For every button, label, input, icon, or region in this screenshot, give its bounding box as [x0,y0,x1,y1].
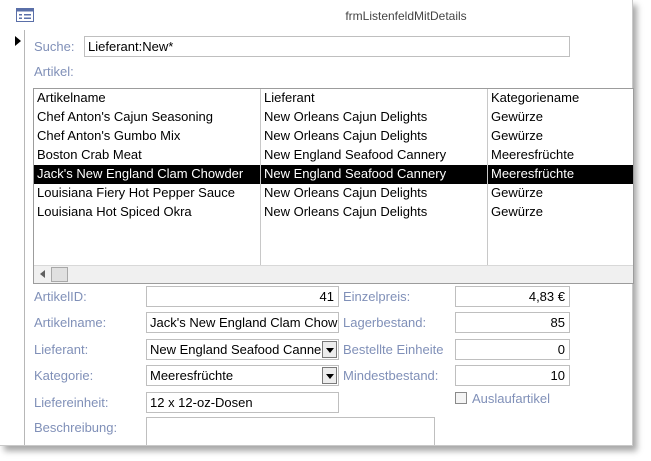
list-cell-kategorie: Meeresfrüchte [491,166,575,181]
kategorie-dropdown-button[interactable] [322,367,337,384]
list-cell-lieferant: New England Seafood Cannery [264,147,447,162]
list-cell-artikelname: Boston Crab Meat [37,147,142,162]
list-cell-kategorie: Gewürze [491,128,544,143]
lieferant-dropdown-button[interactable] [322,341,337,358]
list-item[interactable]: Chef Anton's Cajun Seasoning New Orleans… [34,108,633,127]
kategorie-value: Meeresfrüchte [150,368,234,383]
column-header-artikelname: Artikelname [37,90,106,105]
scrollbar-thumb[interactable] [51,267,68,282]
record-selector[interactable] [10,30,25,445]
list-cell-artikelname: Chef Anton's Gumbo Mix [37,128,181,143]
lieferant-label: Lieferant: [34,342,89,357]
artikelid-field[interactable]: 41 [146,286,339,307]
list-header-row: Artikelname Lieferant Kategoriename [34,89,633,108]
artikelid-label: ArtikelID: [34,289,87,304]
title-bar: frmListenfeldMitDetails [0,0,632,30]
column-divider [487,89,488,265]
artikelname-label: Artikelname: [34,315,107,330]
search-label: Suche: [34,39,75,54]
kategorie-combobox[interactable]: Meeresfrüchte [146,365,339,386]
list-cell-lieferant: New England Seafood Cannery [264,166,447,181]
column-header-lieferant: Lieferant [264,90,315,105]
form-window: frmListenfeldMitDetails Suche: Lieferant… [0,0,634,446]
beschreibung-field[interactable] [146,417,435,445]
einzelpreis-label: Einzelpreis: [343,289,411,304]
list-item[interactable]: Boston Crab Meat New England Seafood Can… [34,146,633,165]
horizontal-scrollbar[interactable] [34,265,633,283]
column-header-kategoriename: Kategoriename [491,90,580,105]
column-divider [260,89,261,265]
mindestbestand-label: Mindestbestand: [343,368,439,383]
lieferant-combobox[interactable]: New England Seafood Canne [146,339,339,360]
articles-label: Artikel: [34,64,74,79]
beschreibung-label: Beschreibung: [34,420,118,435]
list-item[interactable]: Louisiana Fiery Hot Pepper Sauce New Orl… [34,184,633,203]
scroll-left-icon[interactable] [40,270,45,278]
bestellte-einheiten-label: Bestellte Einheite [343,342,444,357]
search-input[interactable]: Lieferant:New* [84,36,570,57]
auslaufartikel-label: Auslaufartikel [472,391,551,406]
list-cell-kategorie: Gewürze [491,204,544,219]
list-cell-lieferant: New Orleans Cajun Delights [264,128,428,143]
list-item[interactable]: Chef Anton's Gumbo Mix New Orleans Cajun… [34,127,633,146]
list-cell-lieferant: New Orleans Cajun Delights [264,204,428,219]
list-cell-lieferant: New Orleans Cajun Delights [264,109,428,124]
list-item[interactable]: Louisiana Hot Spiced Okra New Orleans Ca… [34,203,633,222]
list-cell-kategorie: Gewürze [491,185,544,200]
list-cell-artikelname: Jack's New England Clam Chowder [37,166,244,181]
bestellte-einheiten-field[interactable]: 0 [455,339,570,360]
kategorie-label: Kategorie: [34,368,94,383]
list-cell-artikelname: Chef Anton's Cajun Seasoning [37,109,213,124]
list-item-selected[interactable]: Jack's New England Clam Chowder New Engl… [34,165,633,184]
lagerbestand-field[interactable]: 85 [455,312,570,333]
list-cell-kategorie: Gewürze [491,109,544,124]
list-cell-artikelname: Louisiana Hot Spiced Okra [37,204,192,219]
list-cell-kategorie: Meeresfrüchte [491,147,575,162]
window-title: frmListenfeldMitDetails [345,9,467,23]
einzelpreis-field[interactable]: 4,83 € [455,286,570,307]
lagerbestand-label: Lagerbestand: [343,315,427,330]
liefereinheit-label: Liefereinheit: [34,395,109,410]
auslaufartikel-checkbox[interactable] [455,392,467,404]
mindestbestand-field[interactable]: 10 [455,365,570,386]
list-cell-lieferant: New Orleans Cajun Delights [264,185,428,200]
liefereinheit-field[interactable]: 12 x 12-oz-Dosen [146,392,339,413]
current-record-arrow-icon [15,36,21,46]
artikelname-field[interactable]: Jack's New England Clam Chow [146,312,339,333]
articles-listbox[interactable]: Artikelname Lieferant Kategoriename Chef… [33,88,634,284]
list-cell-artikelname: Louisiana Fiery Hot Pepper Sauce [37,185,236,200]
lieferant-value: New England Seafood Canne [150,342,322,357]
